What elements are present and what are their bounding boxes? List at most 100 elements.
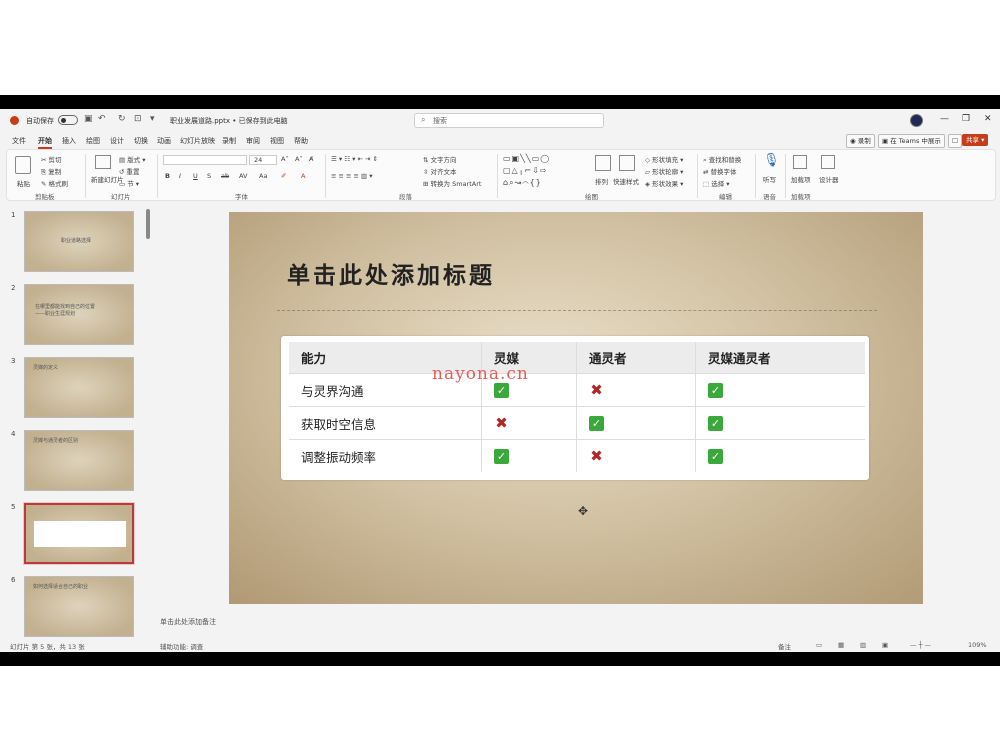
tab-help[interactable]: 帮助 bbox=[294, 136, 308, 146]
share-button[interactable]: 共享 ▾ bbox=[962, 134, 989, 146]
group-paragraph-label: 段落 bbox=[399, 193, 412, 201]
slide-thumbnail-4[interactable]: 灵媒与通灵者的区别 bbox=[24, 430, 134, 491]
format-painter-button[interactable]: ✎ 格式刷 bbox=[41, 178, 68, 188]
thumbnail-scrollbar[interactable] bbox=[146, 209, 150, 239]
tab-home[interactable]: 开始 bbox=[38, 136, 52, 149]
file-name[interactable]: 职业发展道路.pptx • 已保存到此电脑 bbox=[170, 116, 288, 126]
reading-view-icon[interactable]: ▥ bbox=[860, 641, 866, 649]
italic-icon[interactable]: I bbox=[179, 172, 181, 180]
shapes-gallery-row3[interactable]: ⌂⌕↝⌒{} bbox=[503, 178, 542, 188]
underline-icon[interactable]: U bbox=[193, 172, 198, 180]
designer-icon[interactable] bbox=[821, 155, 835, 169]
align-text-button[interactable]: ⇳ 对齐文本 bbox=[423, 166, 457, 176]
bold-icon[interactable]: B bbox=[165, 172, 170, 180]
shapes-gallery-row2[interactable]: ▢△╷⌐⇩⇨ bbox=[503, 166, 548, 175]
comments-button[interactable]: ☐ bbox=[948, 134, 962, 148]
clear-format-icon[interactable]: A̸ bbox=[309, 155, 313, 163]
tab-record[interactable]: 录制 bbox=[222, 136, 236, 146]
change-case-icon[interactable]: Aa bbox=[259, 172, 267, 180]
slide-thumbnail-1[interactable]: 职业道路选择 bbox=[24, 211, 134, 272]
normal-view-icon[interactable]: ▭ bbox=[816, 641, 822, 649]
slideshow-view-icon[interactable]: ▣ bbox=[882, 641, 888, 649]
customize-toolbar-icon[interactable]: ▾ bbox=[150, 114, 155, 124]
slide-title[interactable]: 单击此处添加标题 bbox=[287, 256, 495, 290]
quick-styles-icon[interactable] bbox=[619, 155, 635, 171]
teams-present-button[interactable]: ▣ 在 Teams 中展示 bbox=[878, 134, 945, 148]
replace-button[interactable]: ⇄ 替换字体 bbox=[703, 166, 737, 176]
font-color-icon[interactable]: A bbox=[301, 172, 305, 180]
tab-review[interactable]: 审阅 bbox=[246, 136, 260, 146]
new-slide-icon[interactable] bbox=[95, 155, 111, 169]
slide-thumbnails-pane: 1 职业道路选择 2 在哪里都能找到自己的位置 ——职业生涯规划 3 灵媒的定义… bbox=[0, 203, 150, 640]
minimize-icon[interactable]: — bbox=[940, 114, 949, 124]
addins-label[interactable]: 加载项 bbox=[791, 174, 811, 184]
slide-thumbnail-3[interactable]: 灵媒的定义 bbox=[24, 357, 134, 418]
avatar[interactable] bbox=[910, 114, 923, 127]
close-icon[interactable]: ✕ bbox=[984, 114, 992, 124]
highlight-icon[interactable]: ✐ bbox=[281, 172, 286, 180]
select-label: 选择 bbox=[711, 180, 725, 188]
slide-thumbnail-6[interactable]: 如何选择适合自己的职业 bbox=[24, 576, 134, 637]
shape-outline-button[interactable]: ▱ 形状轮廓 ▾ bbox=[645, 166, 683, 176]
section-button[interactable]: ▭ 节 ▾ bbox=[119, 178, 139, 188]
find-button[interactable]: ⌕ 查找和替换 bbox=[703, 154, 741, 165]
shape-effects-button[interactable]: ◈ 形状效果 ▾ bbox=[645, 178, 683, 188]
shadow-icon[interactable]: S bbox=[207, 172, 211, 180]
reset-label: 重置 bbox=[126, 168, 140, 176]
tab-slideshow[interactable]: 幻灯片放映 bbox=[180, 136, 215, 146]
tab-file[interactable]: 文件 bbox=[12, 136, 26, 146]
strikethrough-icon[interactable]: ab bbox=[221, 172, 229, 180]
reset-button[interactable]: ↺ 重置 bbox=[119, 166, 140, 176]
thumb-text: 灵媒的定义 bbox=[33, 365, 59, 371]
smartart-button[interactable]: ⊞ 转换为 SmartArt bbox=[423, 178, 481, 188]
select-button[interactable]: ⬚ 选择 ▾ bbox=[703, 178, 730, 188]
ability-table[interactable]: 能力 灵媒 通灵者 灵媒通灵者 与灵界沟通 ✓ ✖ ✓ 获取时空信息 ✖ ✓ ✓ bbox=[281, 336, 869, 480]
tab-animations[interactable]: 动画 bbox=[157, 136, 171, 146]
zoom-slider[interactable]: — ┼ — bbox=[910, 641, 931, 649]
text-direction-button[interactable]: ⇅ 文字方向 bbox=[423, 154, 457, 164]
tab-design[interactable]: 设计 bbox=[110, 136, 124, 146]
spacing-icon[interactable]: AV bbox=[239, 172, 247, 180]
paste-label[interactable]: 粘贴 bbox=[17, 178, 30, 188]
notes-toggle[interactable]: 备注 bbox=[778, 641, 791, 651]
notes-placeholder[interactable]: 单击此处添加备注 bbox=[160, 617, 216, 627]
arrange-label[interactable]: 排列 bbox=[595, 176, 608, 186]
layout-button[interactable]: ▤ 版式 ▾ bbox=[119, 154, 146, 164]
microphone-icon[interactable]: 🎙 bbox=[763, 153, 780, 168]
zoom-level[interactable]: 109% bbox=[968, 641, 987, 649]
grow-font-icon[interactable]: A˄ bbox=[281, 155, 289, 163]
sorter-view-icon[interactable]: ▦ bbox=[838, 641, 844, 649]
shapes-gallery[interactable]: ▭▣╲╲▭◯ bbox=[503, 154, 550, 163]
tab-draw[interactable]: 绘图 bbox=[86, 136, 100, 146]
autosave-toggle[interactable] bbox=[58, 115, 78, 125]
tab-transitions[interactable]: 切换 bbox=[134, 136, 148, 146]
group-slides-label: 幻灯片 bbox=[111, 193, 131, 201]
save-icon[interactable]: ▣ bbox=[84, 114, 93, 124]
accessibility-status[interactable]: 辅助功能: 调查 bbox=[160, 641, 203, 651]
tab-insert[interactable]: 插入 bbox=[62, 136, 76, 146]
tab-view[interactable]: 视图 bbox=[270, 136, 284, 146]
undo-icon[interactable]: ↶ bbox=[98, 114, 106, 124]
present-icon[interactable]: ⊡ bbox=[134, 114, 142, 124]
search-box[interactable]: ⌕ 搜索 bbox=[414, 113, 604, 128]
slide-thumbnail-2[interactable]: 在哪里都能找到自己的位置 ——职业生涯规划 bbox=[24, 284, 134, 345]
cut-button[interactable]: ✂ 剪切 bbox=[41, 154, 62, 164]
shrink-font-icon[interactable]: A˅ bbox=[295, 155, 303, 163]
font-size-select[interactable]: 24 bbox=[249, 155, 277, 165]
copy-button[interactable]: ⎘ 复制 bbox=[41, 166, 61, 177]
designer-label[interactable]: 设计器 bbox=[819, 174, 839, 184]
addins-icon[interactable] bbox=[793, 155, 807, 169]
slide-canvas[interactable]: 单击此处添加标题 能力 灵媒 通灵者 灵媒通灵者 与灵界沟通 ✓ ✖ ✓ 获取时… bbox=[229, 212, 923, 604]
paste-icon[interactable] bbox=[15, 156, 31, 174]
slide-thumbnail-5[interactable] bbox=[23, 502, 135, 565]
restore-icon[interactable]: ❐ bbox=[962, 114, 970, 124]
font-family-select[interactable] bbox=[163, 155, 247, 165]
record-button[interactable]: ◉ 录制 bbox=[846, 134, 875, 148]
shape-fill-button[interactable]: ◇ 形状填充 ▾ bbox=[645, 154, 683, 164]
align-icons[interactable]: ≡ ≡ ≡ ≡ ▥ ▾ bbox=[331, 172, 373, 180]
dictate-label[interactable]: 听写 bbox=[763, 174, 776, 184]
redo-icon[interactable]: ↻ bbox=[118, 114, 126, 124]
arrange-icon[interactable] bbox=[595, 155, 611, 171]
quick-styles-label[interactable]: 快速样式 bbox=[613, 176, 639, 186]
bullets-icon[interactable]: ☰ ▾ ☷ ▾ ⇤ ⇥ ⇕ bbox=[331, 155, 378, 163]
